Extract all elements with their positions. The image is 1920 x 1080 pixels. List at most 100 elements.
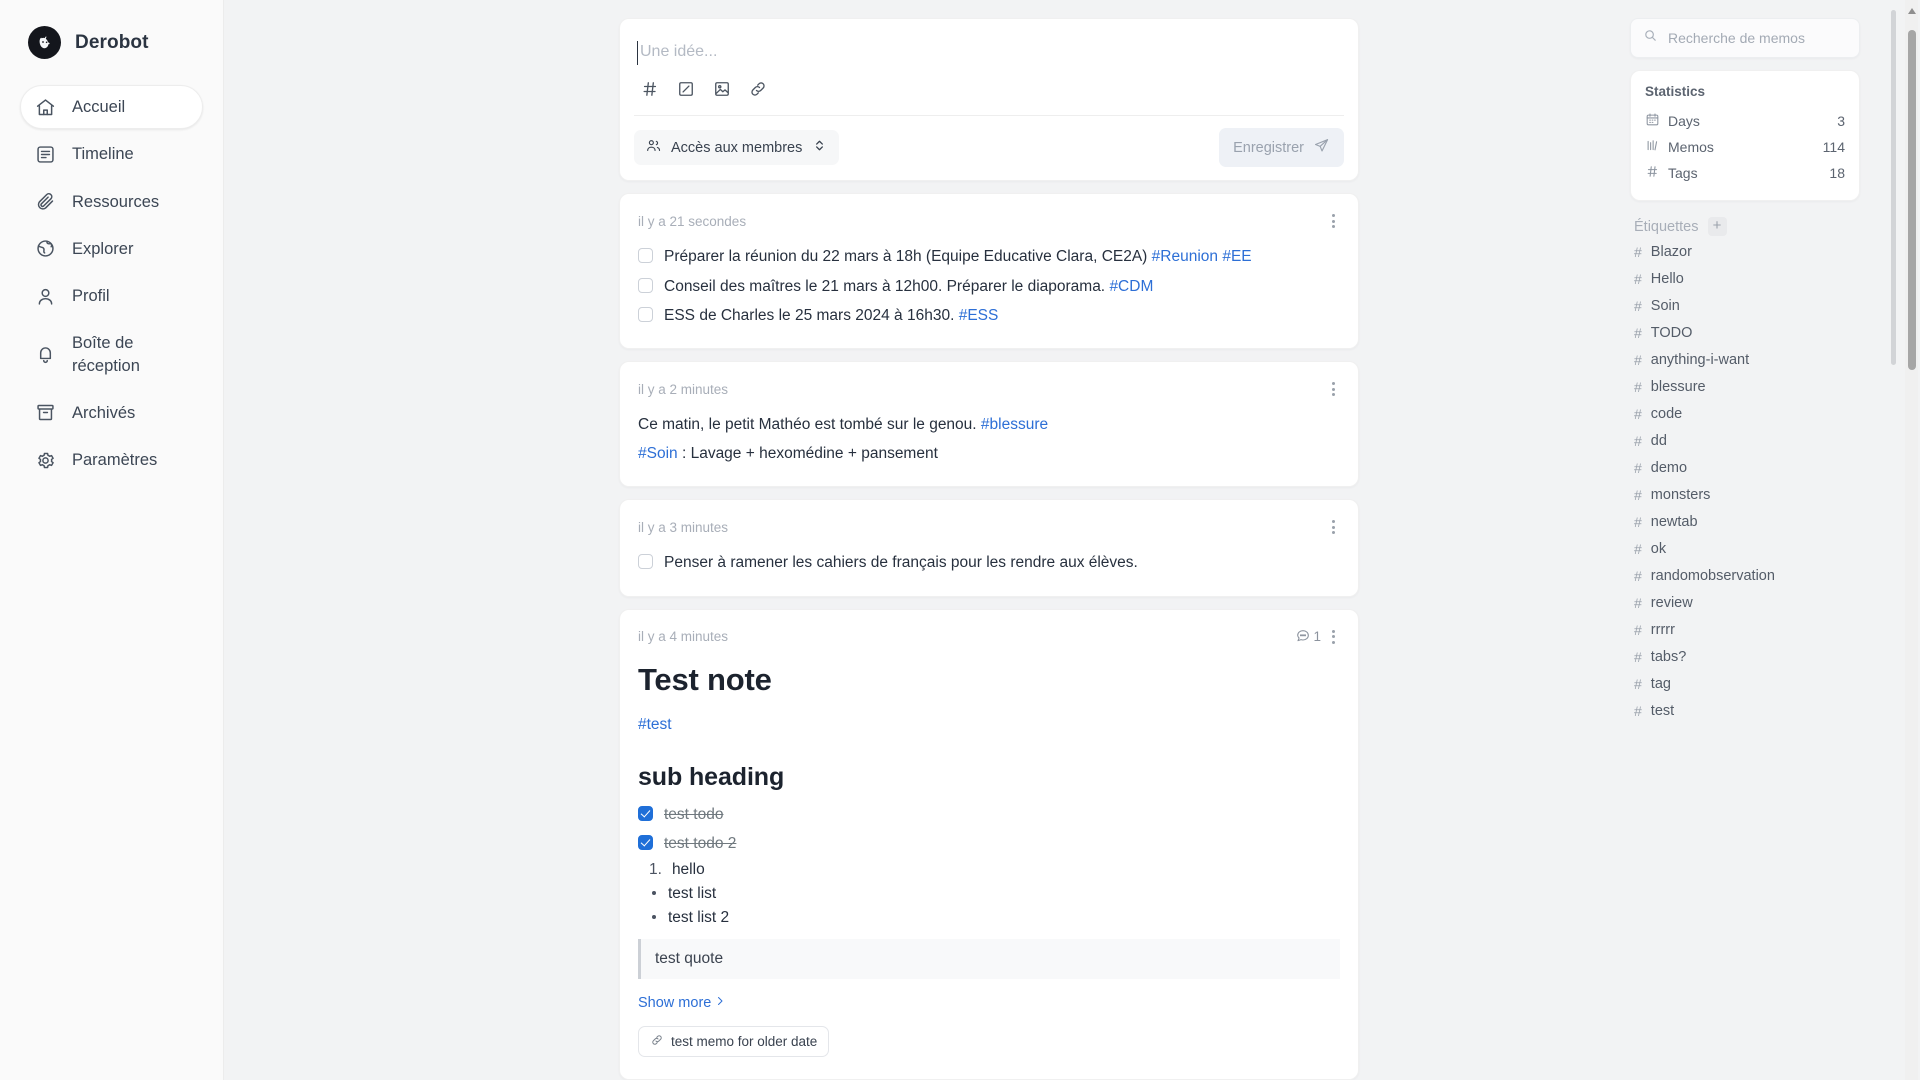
tag-list-item[interactable]: # Hello xyxy=(1630,265,1860,292)
tags-header: Étiquettes + xyxy=(1630,213,1860,238)
content-scrollbar-thumb[interactable] xyxy=(1891,10,1896,365)
todo-label: Conseil des maîtres le 21 mars à 12h00. … xyxy=(664,277,1106,295)
sidebar-item-accueil[interactable]: Accueil xyxy=(20,85,203,130)
todo-checkbox[interactable] xyxy=(638,248,653,264)
tags-title: Étiquettes xyxy=(1634,218,1699,235)
list-text: hello xyxy=(671,861,705,879)
tag-link[interactable]: #test xyxy=(638,716,672,733)
tag-list-item[interactable]: # monsters xyxy=(1630,481,1860,508)
memo-menu-button[interactable] xyxy=(1327,378,1340,400)
tag-list-item[interactable]: # blessure xyxy=(1630,373,1860,400)
image-icon[interactable] xyxy=(712,79,732,99)
sidebar-item-timeline[interactable]: Timeline xyxy=(20,132,203,176)
related-memo-label: test memo for older date xyxy=(671,1034,818,1050)
save-button[interactable]: Enregistrer xyxy=(1219,128,1344,168)
link-icon[interactable] xyxy=(748,79,768,99)
sidebar-item-explorer[interactable]: Explorer xyxy=(20,227,203,271)
content-scrollbar[interactable] xyxy=(1891,0,1896,1080)
tag-list-item[interactable]: # dd xyxy=(1630,427,1860,454)
tag-label: rrrrr xyxy=(1650,621,1675,638)
tag-link[interactable]: #Soin xyxy=(638,445,678,462)
right-panel: Recherche de memos Statistics Days 3 Mem… xyxy=(1630,18,1860,724)
tag-list-item[interactable]: # Blazor xyxy=(1630,238,1860,265)
tag-list-item[interactable]: # demo xyxy=(1630,454,1860,481)
hash-icon xyxy=(1645,164,1660,182)
tag-label: TODO xyxy=(1650,324,1693,341)
sidebar-item-label: Boîte de réception xyxy=(72,334,140,375)
tag-list-item[interactable]: # ok xyxy=(1630,535,1860,562)
search-input[interactable]: Recherche de memos xyxy=(1630,18,1860,58)
hash-icon[interactable] xyxy=(640,79,660,99)
checkbox-icon[interactable] xyxy=(676,79,696,99)
tag-list-item[interactable]: # anything-i-want xyxy=(1630,346,1860,373)
tag-label: blessure xyxy=(1650,378,1706,395)
memo-menu-button[interactable] xyxy=(1327,210,1340,232)
todo-text: ESS de Charles le 25 mars 2024 à 16h30. … xyxy=(664,304,998,327)
timeline-icon xyxy=(34,143,56,165)
sidebar-item-ressources[interactable]: Ressources xyxy=(20,180,203,224)
todo-checkbox[interactable] xyxy=(638,834,653,850)
tag-link[interactable]: #EE xyxy=(1222,248,1251,265)
sidebar-item-boite-de-reception[interactable]: Boîte de réception xyxy=(20,321,203,388)
memo-editor[interactable]: Une idée... Accès aux membres Enregistre… xyxy=(619,18,1359,182)
add-tag-button[interactable]: + xyxy=(1707,217,1727,236)
hash-icon: # xyxy=(1634,648,1642,665)
scroll-up-arrow-icon[interactable] xyxy=(1908,8,1916,14)
statistics-row-tags[interactable]: Tags 18 xyxy=(1645,160,1845,186)
memo-menu-button[interactable] xyxy=(1327,626,1340,648)
tag-list-item[interactable]: # review xyxy=(1630,589,1860,616)
memo-timestamp: il y a 21 secondes xyxy=(638,213,747,229)
todo-checkbox[interactable] xyxy=(638,277,653,293)
tag-list-item[interactable]: # TODO xyxy=(1630,319,1860,346)
gear-icon xyxy=(34,449,56,471)
globe-icon xyxy=(34,238,56,260)
tag-label: anything-i-want xyxy=(1650,351,1750,368)
window-scrollbar[interactable] xyxy=(1905,0,1918,1080)
todo-checkbox[interactable] xyxy=(638,306,653,322)
todo-item: Conseil des maîtres le 21 mars à 12h00. … xyxy=(638,272,1340,301)
memo-menu-button[interactable] xyxy=(1327,516,1340,538)
tag-label: review xyxy=(1650,594,1693,611)
sidebar-item-label: Profil xyxy=(72,287,110,306)
sidebar-item-parametres[interactable]: Paramètres xyxy=(20,438,203,482)
tag-link[interactable]: #ESS xyxy=(959,307,999,324)
todo-checkbox[interactable] xyxy=(638,805,653,821)
tag-list-item[interactable]: # randomobservation xyxy=(1630,562,1860,589)
memo-timestamp: il y a 3 minutes xyxy=(638,519,729,535)
todo-checkbox[interactable] xyxy=(638,554,653,570)
comment-count-button[interactable]: 1 xyxy=(1295,627,1321,646)
tag-label: Soin xyxy=(1650,297,1680,314)
tag-label: Blazor xyxy=(1650,243,1692,260)
tag-list-item[interactable]: # tag xyxy=(1630,670,1860,697)
tag-label: test xyxy=(1650,702,1675,719)
hash-icon: # xyxy=(1634,243,1642,260)
chevron-updown-icon[interactable] xyxy=(811,137,828,158)
tag-label: demo xyxy=(1650,459,1688,476)
statistics-row-days[interactable]: Days 3 xyxy=(1645,108,1845,134)
hash-icon: # xyxy=(1634,594,1642,611)
todo-label: ESS de Charles le 25 mars 2024 à 16h30. xyxy=(664,306,955,324)
tag-list-item[interactable]: # newtab xyxy=(1630,508,1860,535)
sidebar-item-archives[interactable]: Archivés xyxy=(20,391,203,435)
statistics-row-memos[interactable]: Memos 114 xyxy=(1645,134,1845,160)
tag-list-item[interactable]: # Soin xyxy=(1630,292,1860,319)
related-memo-chip[interactable]: test memo for older date xyxy=(638,1026,830,1058)
tag-list-item[interactable]: # test xyxy=(1630,697,1860,724)
tag-link[interactable]: #CDM xyxy=(1109,278,1153,295)
memo-card: il y a 4 minutes 1 Test note #test sub h… xyxy=(619,608,1359,1080)
brand[interactable]: Derobot xyxy=(20,26,203,59)
tag-link[interactable]: #blessure xyxy=(981,416,1048,433)
tag-list-item[interactable]: # code xyxy=(1630,400,1860,427)
todo-label: test todo 2 xyxy=(664,834,737,852)
sidebar-item-profil[interactable]: Profil xyxy=(20,274,203,318)
tag-list-item[interactable]: # tabs? xyxy=(1630,643,1860,670)
tag-list-item[interactable]: # rrrrr xyxy=(1630,616,1860,643)
memo-editor-input[interactable]: Une idée... xyxy=(637,41,1340,66)
tag-link[interactable]: #Reunion xyxy=(1152,248,1218,265)
show-more-button[interactable]: Show more xyxy=(638,995,726,1011)
memo-header: il y a 4 minutes 1 xyxy=(638,626,1340,648)
sidebar-item-label: Paramètres xyxy=(72,451,158,470)
members-access-button[interactable]: Accès aux membres xyxy=(634,130,840,166)
window-scrollbar-thumb[interactable] xyxy=(1907,30,1916,370)
list-text: test list xyxy=(668,885,717,903)
